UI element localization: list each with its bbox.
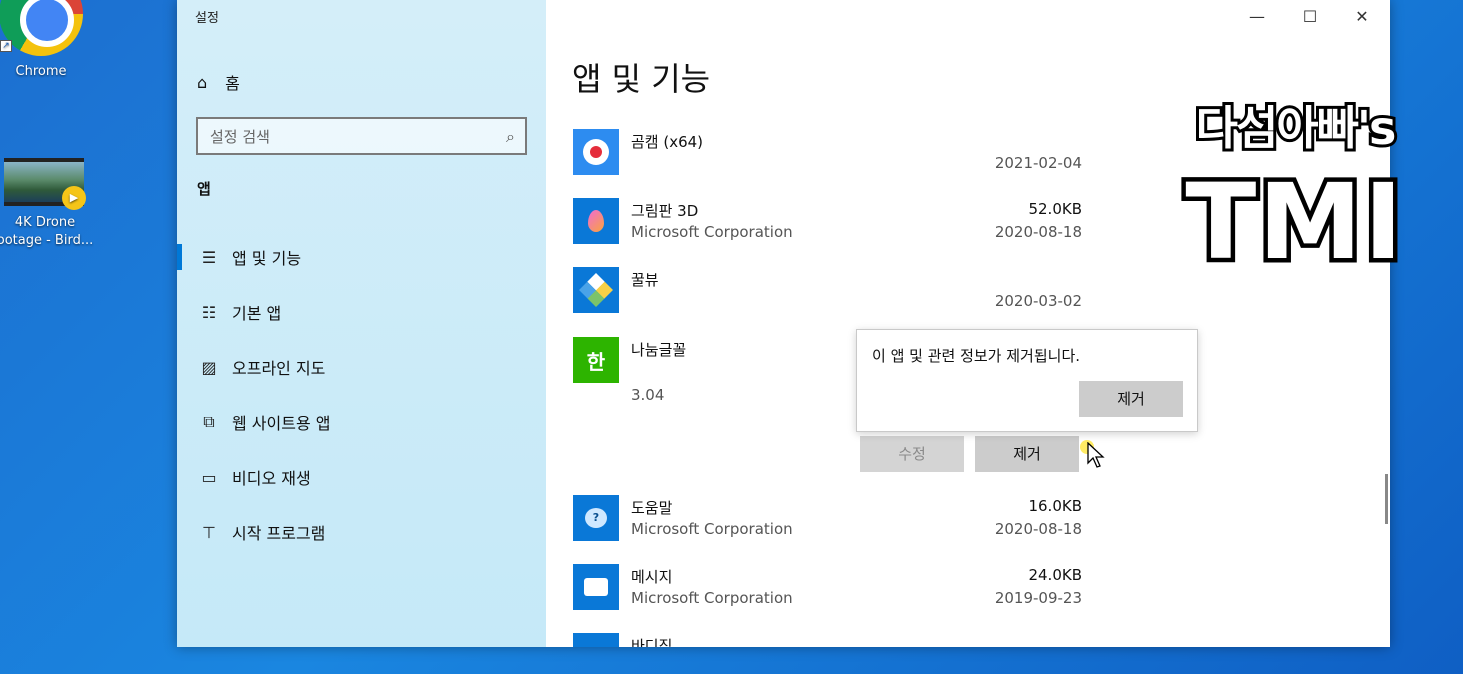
sidebar-item-label: 시작 프로그램 bbox=[232, 524, 326, 543]
page-title: 앱 및 기능 bbox=[572, 60, 711, 98]
modify-button[interactable]: 수정 bbox=[860, 436, 964, 472]
app-name: 꿀뷰 bbox=[631, 271, 659, 289]
chrome-icon bbox=[0, 0, 83, 56]
shortcut-arrow-icon: ↗ bbox=[0, 40, 12, 52]
watermark-line1: 다섬아빠's bbox=[1196, 101, 1395, 155]
messaging-icon bbox=[573, 564, 619, 610]
sidebar-item-startup[interactable]: ⊤ 시작 프로그램 bbox=[177, 512, 546, 552]
app-list-item[interactable]: 메시지 Microsoft Corporation 24.0KB 2019-09… bbox=[572, 564, 1082, 626]
window-title: 설정 bbox=[195, 11, 219, 26]
sidebar-item-label: 비디오 재생 bbox=[232, 469, 311, 488]
watermark-line2: TMI bbox=[1185, 161, 1404, 268]
open-in-window-icon: ⧉ bbox=[203, 412, 215, 431]
sidebar-item-label: 웹 사이트용 앱 bbox=[232, 414, 331, 433]
paint3d-icon bbox=[573, 198, 619, 244]
app-publisher: Microsoft Corporation bbox=[631, 223, 793, 241]
scrollbar[interactable] bbox=[1385, 474, 1388, 524]
app-list-item[interactable]: 바디짐 bbox=[572, 633, 1082, 647]
sidebar-item-apps-for-websites[interactable]: ⧉ 웹 사이트용 앱 bbox=[177, 402, 546, 442]
confirm-uninstall-button[interactable]: 제거 bbox=[1079, 381, 1183, 417]
help-icon: ? bbox=[573, 495, 619, 541]
app-install-date: 2020-08-18 bbox=[994, 520, 1082, 538]
app-name: 그림판 3D bbox=[631, 202, 699, 220]
minimize-button[interactable]: — bbox=[1232, 2, 1282, 32]
app-install-date: 2019-09-23 bbox=[994, 589, 1082, 607]
sidebar-item-default-apps[interactable]: ☷ 기본 앱 bbox=[177, 292, 546, 332]
app-name: 도움말 bbox=[631, 499, 673, 517]
app-size: 52.0KB bbox=[1028, 200, 1082, 218]
sidebar: 설정 ⌂ 홈 설정 검색 ⌕ 앱 ☰ 앱 및 기능 ☷ 기본 앱 ▨ 오프라인 … bbox=[177, 0, 546, 647]
app-size: 16.0KB bbox=[1028, 497, 1082, 515]
app-list-item[interactable]: 그림판 3D Microsoft Corporation 52.0KB 2020… bbox=[572, 198, 1082, 260]
search-input[interactable]: 설정 검색 ⌕ bbox=[196, 117, 527, 155]
app-list-item[interactable]: ? 도움말 Microsoft Corporation 16.0KB 2020-… bbox=[572, 495, 1082, 557]
app-publisher: Microsoft Corporation bbox=[631, 589, 793, 607]
default-apps-icon: ☷ bbox=[201, 302, 217, 322]
flyout-message: 이 앱 및 관련 정보가 제거됩니다. bbox=[872, 347, 1081, 365]
nanum-font-icon: 한 bbox=[573, 337, 619, 383]
app-name: 곰캠 (x64) bbox=[631, 133, 704, 151]
uninstall-button[interactable]: 제거 bbox=[975, 436, 1079, 472]
app-name: 나눔글꼴 bbox=[631, 341, 687, 359]
sidebar-item-offline-maps[interactable]: ▨ 오프라인 지도 bbox=[177, 347, 546, 387]
app-list-item[interactable]: 곰캠 (x64) 2021-02-04 bbox=[572, 129, 1082, 191]
sidebar-item-label: 홈 bbox=[225, 74, 240, 93]
play-badge-icon: ▶ bbox=[62, 186, 86, 210]
app-name: 바디짐 bbox=[631, 637, 673, 647]
app-list-item[interactable]: 꿀뷰 2020-03-02 bbox=[572, 267, 1082, 329]
sidebar-item-label: 오프라인 지도 bbox=[232, 359, 326, 378]
app-install-date: 2020-08-18 bbox=[994, 223, 1082, 241]
gomcam-icon bbox=[573, 129, 619, 175]
desktop-icon-label: 4K Drone ootage - Bird... bbox=[0, 215, 94, 248]
app-version: 3.04 bbox=[631, 386, 665, 404]
sidebar-item-home[interactable]: ⌂ 홈 bbox=[197, 70, 240, 94]
mouse-cursor-icon bbox=[1087, 442, 1105, 468]
honeyview-icon bbox=[573, 267, 619, 313]
app-install-date: 2020-03-02 bbox=[994, 292, 1082, 310]
close-button[interactable]: ✕ bbox=[1337, 2, 1387, 32]
app-name: 메시지 bbox=[631, 568, 673, 586]
search-placeholder: 설정 검색 bbox=[210, 127, 270, 146]
sidebar-item-label: 기본 앱 bbox=[232, 304, 282, 323]
list-icon: ☰ bbox=[201, 247, 217, 267]
channel-watermark-logo: 다섬아빠's TMI bbox=[1181, 98, 1407, 268]
app-icon bbox=[573, 633, 619, 647]
home-icon: ⌂ bbox=[197, 72, 208, 92]
uninstall-confirm-flyout: 이 앱 및 관련 정보가 제거됩니다. 제거 bbox=[856, 329, 1198, 432]
search-icon[interactable]: ⌕ bbox=[506, 127, 515, 147]
sidebar-item-label: 앱 및 기능 bbox=[232, 249, 302, 268]
sidebar-item-video-playback[interactable]: ▭ 비디오 재생 bbox=[177, 457, 546, 497]
app-size: 24.0KB bbox=[1028, 566, 1082, 584]
app-install-date: 2021-02-04 bbox=[994, 154, 1082, 172]
sidebar-item-apps-features[interactable]: ☰ 앱 및 기능 bbox=[177, 237, 546, 277]
desktop-icon-label: Chrome bbox=[15, 64, 67, 79]
app-publisher: Microsoft Corporation bbox=[631, 520, 793, 538]
startup-icon: ⊤ bbox=[202, 522, 216, 542]
map-icon: ▨ bbox=[201, 357, 217, 377]
maximize-button[interactable]: ☐ bbox=[1285, 2, 1335, 32]
section-heading: 앱 bbox=[197, 180, 211, 198]
video-icon: ▭ bbox=[201, 467, 217, 487]
